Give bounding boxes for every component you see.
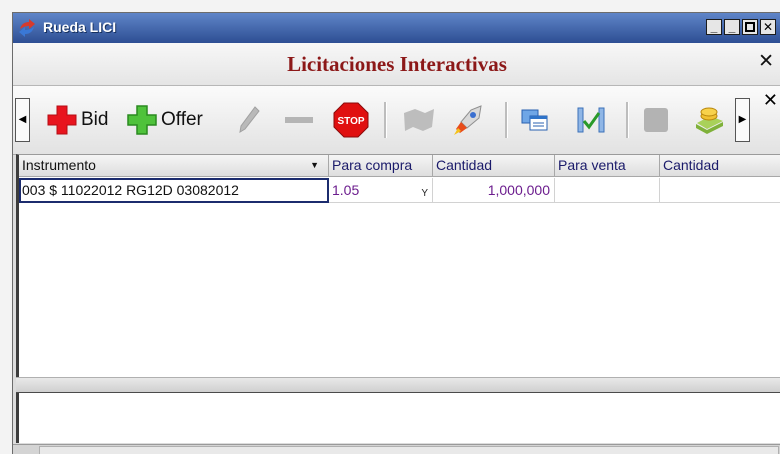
chart-check-icon	[577, 107, 605, 133]
offer-button[interactable]: Offer	[126, 105, 203, 135]
remove-minus-icon	[285, 117, 313, 123]
toolbar-separator-2	[505, 102, 508, 138]
toolbar-separator	[384, 102, 387, 138]
minimize-alt-button[interactable]: _	[724, 19, 740, 35]
windows-button[interactable]	[519, 105, 551, 135]
panel-title: Licitaciones Interactivas	[287, 52, 507, 76]
column-header-para-venta[interactable]: Para venta	[555, 155, 660, 177]
bid-button[interactable]: Bid	[46, 105, 108, 135]
stop-icon: STOP	[333, 102, 369, 138]
rocket-button[interactable]	[453, 105, 485, 135]
toolbar: ◀ Bid Offer STOP ▶ ✕	[13, 86, 780, 155]
window-close-button[interactable]: ✕	[760, 19, 776, 35]
cell-flag: Y	[421, 188, 428, 199]
toolbar-separator-3	[626, 102, 629, 138]
coins-icon	[696, 107, 723, 134]
maximize-button[interactable]	[742, 19, 758, 35]
stop-button[interactable]: STOP	[333, 102, 369, 138]
offer-label: Offer	[161, 109, 203, 130]
column-header-label: Cantidad	[663, 157, 720, 173]
bid-label: Bid	[81, 109, 109, 130]
remove-button[interactable]	[283, 105, 315, 135]
panel-header: Licitaciones Interactivas ✕	[13, 43, 780, 86]
scrollbar-thumb[interactable]	[39, 446, 779, 454]
app-window: Rueda LICI _ _ ✕ Licitaciones Interactiv…	[12, 12, 780, 454]
windows-icon	[521, 109, 548, 131]
pane-splitter[interactable]	[16, 377, 780, 394]
edit-pen-icon	[239, 106, 260, 133]
sort-down-icon[interactable]: ▼	[310, 155, 319, 176]
column-header-label: Para venta	[558, 157, 626, 173]
toolbar-scroll-right-button[interactable]: ▶	[735, 98, 750, 142]
panel-close-button[interactable]: ✕	[758, 50, 774, 73]
cell-cantidad-venta[interactable]	[660, 178, 780, 203]
coins-button[interactable]	[693, 105, 727, 135]
toolbar-close-button[interactable]: ✕	[763, 90, 778, 111]
app-logo-icon	[19, 19, 35, 37]
bid-plus-icon	[47, 105, 77, 135]
edit-button[interactable]	[237, 105, 261, 135]
maximize-icon	[745, 22, 755, 32]
column-header-cantidad-venta[interactable]: Cantidad	[660, 155, 780, 177]
minimize-button[interactable]: _	[706, 19, 722, 35]
lower-pane	[16, 393, 780, 443]
window-title: Rueda LICI	[43, 19, 117, 35]
square-button[interactable]	[641, 105, 671, 135]
horizontal-scrollbar[interactable]	[13, 444, 780, 454]
column-header-instrumento[interactable]: Instrumento ▼	[19, 155, 329, 177]
column-header-label: Cantidad	[436, 157, 493, 173]
stop-text: STOP	[337, 116, 364, 127]
square-icon	[644, 108, 668, 132]
column-header-label: Instrumento	[22, 157, 96, 173]
column-header-label: Para compra	[332, 157, 413, 173]
chart-check-button[interactable]	[575, 105, 607, 135]
column-header-cantidad-compra[interactable]: Cantidad	[433, 155, 555, 177]
toolbar-scroll-left-button[interactable]: ◀	[15, 98, 30, 142]
map-icon	[404, 109, 434, 131]
column-header-para-compra[interactable]: Para compra	[329, 155, 433, 177]
cell-para-venta[interactable]	[555, 178, 660, 203]
cell-instrumento[interactable]: 003 $ 11022012 RG12D 03082012	[19, 178, 329, 203]
cell-cantidad-compra[interactable]: 1,000,000	[433, 178, 555, 203]
offer-plus-icon	[127, 105, 157, 135]
map-button[interactable]	[401, 105, 437, 135]
instrument-grid: Instrumento ▼ Para compra Cantidad Para …	[16, 154, 780, 377]
rocket-icon	[454, 105, 482, 135]
title-bar[interactable]: Rueda LICI _ _ ✕	[13, 13, 780, 43]
cell-value: 1.05	[332, 182, 360, 198]
cell-para-compra[interactable]: 1.05 Y	[329, 178, 433, 203]
